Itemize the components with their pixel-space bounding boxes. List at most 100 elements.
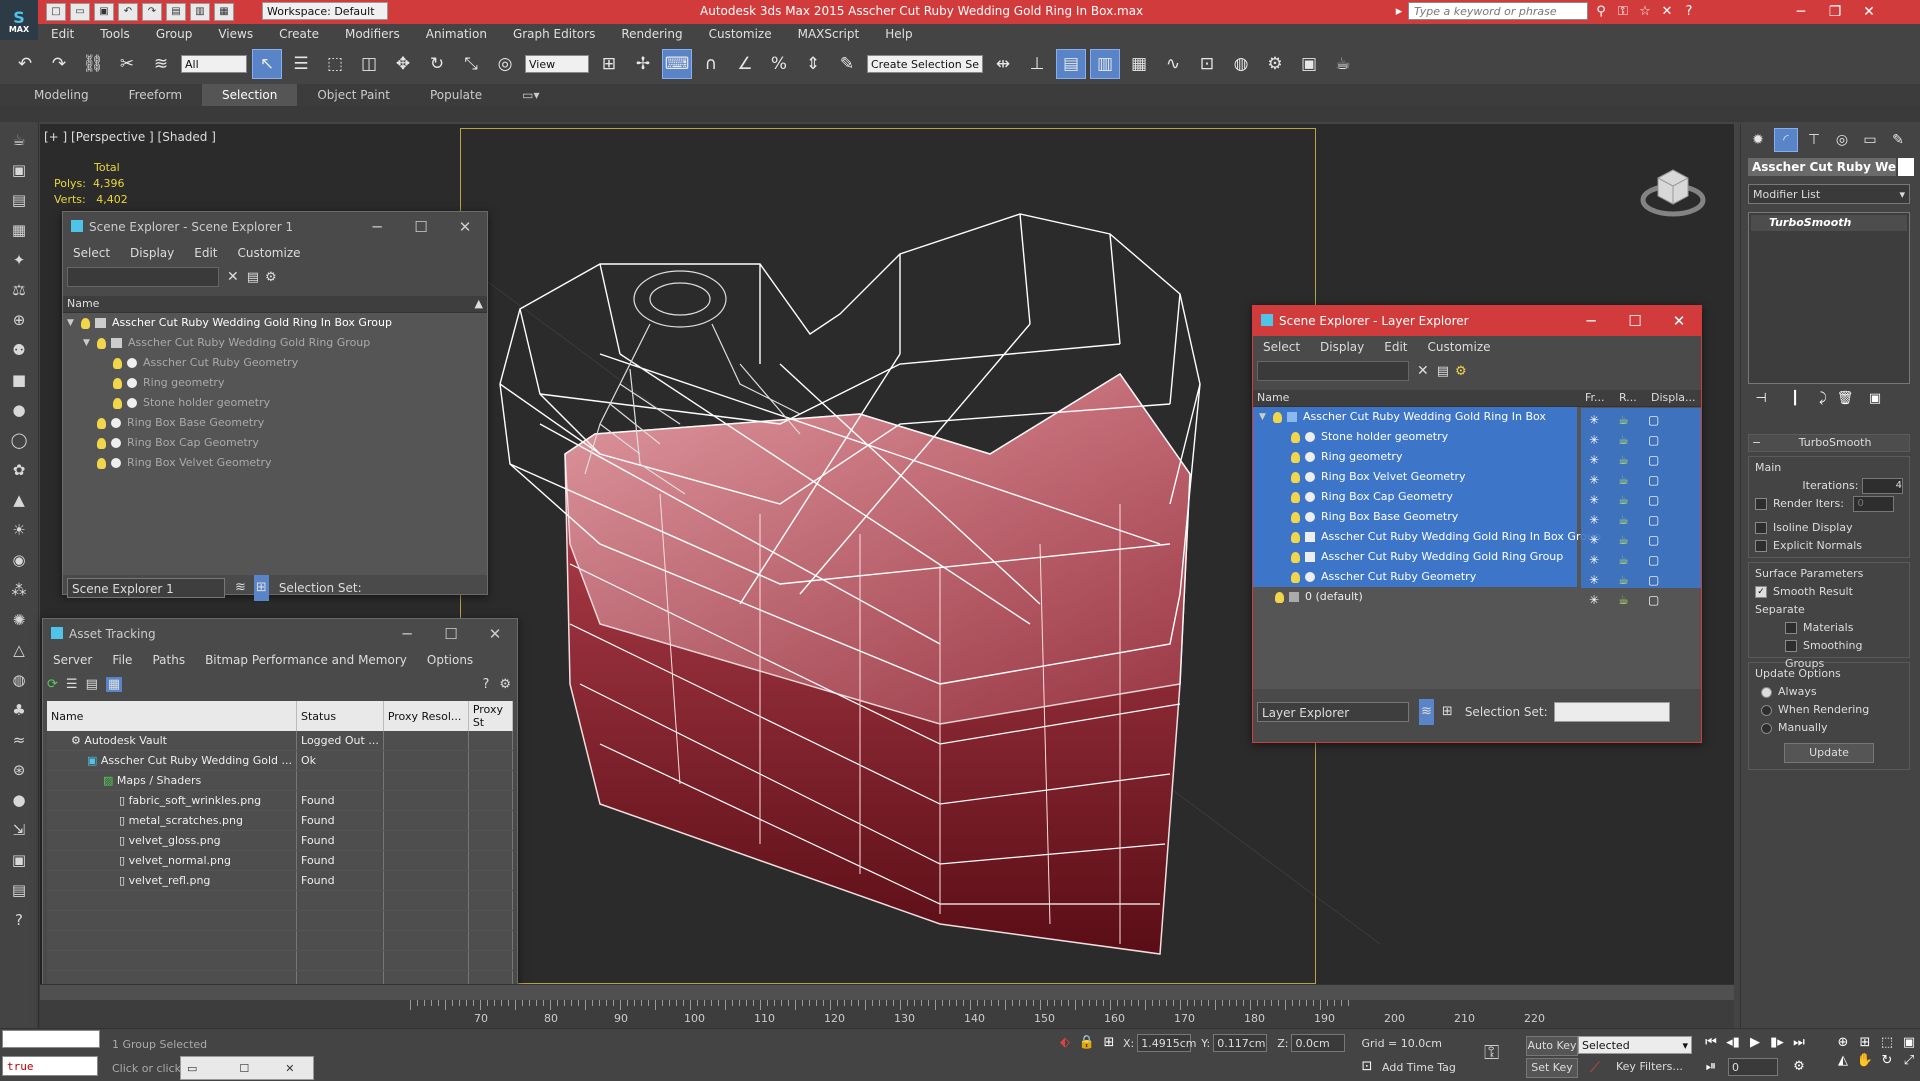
- table-row[interactable]: ▯ metal_scratches.png Found: [47, 810, 513, 831]
- minimize-icon[interactable]: ─: [1784, 0, 1818, 24]
- key-icon[interactable]: ⚿: [1484, 1040, 1499, 1064]
- search-input[interactable]: Type a keyword or phrase: [1408, 2, 1588, 20]
- lightbulb-icon[interactable]: [1291, 571, 1300, 583]
- materials-checkbox[interactable]: [1785, 622, 1797, 634]
- sort-icon[interactable]: ▲: [475, 296, 483, 312]
- menu-graph-editors[interactable]: Graph Editors: [500, 24, 608, 44]
- layer-explorer-titlebar[interactable]: Scene Explorer - Layer Explorer ─ ☐ ✕: [1253, 306, 1701, 336]
- select-by-name-icon[interactable]: ☰: [286, 49, 316, 79]
- tree-row[interactable]: ▼ Asscher Cut Ruby Wedding Gold Ring Grou…: [63, 333, 487, 353]
- triangle-icon[interactable]: △: [6, 638, 32, 662]
- sun-icon[interactable]: ☀: [6, 518, 32, 542]
- save-icon[interactable]: ▣: [94, 3, 114, 21]
- modifier-stack-item[interactable]: TurboSmooth: [1751, 215, 1907, 231]
- menu-tools[interactable]: Tools: [87, 24, 143, 44]
- tree-row[interactable]: Ring Box Velvet Geometry: [63, 453, 487, 473]
- keyboard-shortcut-toggle-icon[interactable]: ⌨: [662, 49, 692, 79]
- lightbulb-icon[interactable]: [113, 397, 122, 409]
- tree-row[interactable]: Ring Box Cap Geometry: [63, 433, 487, 453]
- table-row[interactable]: ▯ velvet_normal.png Found: [47, 850, 513, 871]
- helper-icon[interactable]: ⚖: [6, 278, 32, 302]
- rect-selection-icon[interactable]: ⬚: [320, 49, 350, 79]
- table-row[interactable]: ⚙ Autodesk Vault Logged Out ...: [47, 731, 513, 751]
- menu-edit[interactable]: Edit: [184, 242, 227, 264]
- robot-icon[interactable]: ⚉: [6, 338, 32, 362]
- named-selection-dropdown[interactable]: Create Selection Se: [867, 55, 983, 73]
- selection-filter-dropdown[interactable]: All: [181, 55, 247, 73]
- x-coordinate-field[interactable]: 1.4915cm: [1137, 1034, 1197, 1052]
- scene-explorer-tree[interactable]: ▼ Asscher Cut Ruby Wedding Gold Ring In B…: [63, 313, 487, 575]
- thumbnail-view-icon[interactable]: ▤: [86, 677, 98, 692]
- refresh-icon[interactable]: ⟳: [47, 677, 58, 692]
- minimize-icon[interactable]: ─: [1569, 306, 1613, 336]
- table-row[interactable]: ▯ fabric_soft_wrinkles.png Found: [47, 790, 513, 811]
- lightbulb-icon[interactable]: [97, 337, 106, 349]
- key-mode-dropdown[interactable]: Selected ▾: [1578, 1036, 1692, 1054]
- place-icon[interactable]: ◎: [490, 49, 520, 79]
- bind-space-warp-icon[interactable]: ≋: [146, 49, 176, 79]
- motion-tab-icon[interactable]: ◎: [1830, 128, 1854, 152]
- new-file-icon[interactable]: □: [46, 3, 66, 21]
- track-bar[interactable]: 70 80 90 100 110 120 130 140 150 160 170 180 190 200 2…: [40, 1000, 1734, 1028]
- help-icon[interactable]: ?: [482, 677, 489, 692]
- create-tab-icon[interactable]: ✹: [1746, 128, 1770, 152]
- object-name-field[interactable]: Asscher Cut Ruby Weddin: [1748, 158, 1896, 176]
- project-folder-icon[interactable]: ▦: [214, 3, 234, 21]
- blue-sphere-icon[interactable]: ●: [6, 788, 32, 812]
- expand-icon[interactable]: ▼: [1259, 407, 1269, 427]
- help-icon[interactable]: ?: [1678, 3, 1700, 21]
- list-view-icon[interactable]: ☰: [66, 677, 78, 692]
- menu-display[interactable]: Display: [1310, 336, 1374, 358]
- modifier-list-dropdown[interactable]: Modifier List ▾: [1748, 184, 1910, 204]
- lightbulb-icon[interactable]: [1275, 591, 1284, 603]
- hair-icon[interactable]: ≈: [6, 728, 32, 752]
- move-icon[interactable]: ✥: [388, 49, 418, 79]
- tree-row[interactable]: Asscher Cut Ruby Wedding Gold Ring In Bo…: [1253, 527, 1601, 547]
- render-iters-checkbox[interactable]: [1755, 498, 1767, 510]
- smoothing-groups-checkbox[interactable]: [1785, 640, 1797, 652]
- configure-sets-icon[interactable]: ▣: [1864, 390, 1886, 408]
- menu-paths[interactable]: Paths: [142, 649, 195, 671]
- modifier-stack[interactable]: TurboSmooth: [1748, 212, 1910, 384]
- maximize-viewport-icon[interactable]: ⤢: [1898, 1052, 1920, 1070]
- lightbulb-icon[interactable]: [97, 417, 106, 429]
- unlink-icon[interactable]: ✂: [112, 49, 142, 79]
- toggle-scene-explorer-icon[interactable]: ▤: [1056, 49, 1086, 79]
- sphere-gold-icon[interactable]: ◉: [6, 548, 32, 572]
- fetch-icon[interactable]: ▥: [190, 3, 210, 21]
- hierarchy-mode-icon[interactable]: ⊞: [253, 575, 269, 601]
- zoom-icon[interactable]: ⊕: [1832, 1034, 1854, 1052]
- menu-server[interactable]: Server: [43, 649, 102, 671]
- search-input[interactable]: [67, 267, 219, 287]
- tree-row[interactable]: Ring Box Base Geometry: [63, 413, 487, 433]
- lightbulb-icon[interactable]: [1291, 551, 1300, 563]
- time-configuration-icon[interactable]: ⚙: [1788, 1058, 1810, 1076]
- smooth-result-checkbox[interactable]: ✓: [1755, 586, 1767, 598]
- select-object-icon[interactable]: ↖: [252, 49, 282, 79]
- ribbon-options-icon[interactable]: ▭▾: [502, 84, 559, 106]
- clear-icon[interactable]: ✕: [227, 269, 239, 285]
- select-manipulate-icon[interactable]: ✢: [628, 49, 658, 79]
- open-file-icon[interactable]: ▭: [70, 3, 90, 21]
- when-rendering-radio[interactable]: [1761, 704, 1772, 716]
- undo-icon[interactable]: ↶: [118, 3, 138, 21]
- render-setup-icon[interactable]: ⚙: [1260, 49, 1290, 79]
- render-icon[interactable]: ▣: [6, 848, 32, 872]
- column-header-proxy-status[interactable]: Proxy St: [468, 701, 513, 731]
- torus-knot-icon[interactable]: ✿: [6, 458, 32, 482]
- menu-bitmap-performance[interactable]: Bitmap Performance and Memory: [195, 649, 417, 671]
- table-view-icon[interactable]: ▦: [105, 676, 123, 692]
- current-frame-field[interactable]: 0: [1728, 1058, 1778, 1076]
- workspace-dropdown[interactable]: Workspace: Default: [262, 2, 388, 20]
- close-icon[interactable]: ✕: [443, 212, 487, 242]
- render-iters-spinner[interactable]: 0: [1853, 496, 1895, 512]
- link-icon[interactable]: ⛓: [78, 49, 108, 79]
- selection-set-dropdown[interactable]: [1553, 702, 1670, 722]
- maximize-icon[interactable]: ☐: [239, 1062, 249, 1075]
- filter-icon[interactable]: ▤: [1437, 364, 1449, 379]
- edit-named-sets-icon[interactable]: ✎: [832, 49, 862, 79]
- torus-icon[interactable]: ◯: [6, 428, 32, 452]
- object-color-swatch[interactable]: [1898, 158, 1914, 176]
- column-header-name[interactable]: Name: [1253, 390, 1585, 406]
- absolute-mode-icon[interactable]: ⊞: [1098, 1034, 1120, 1052]
